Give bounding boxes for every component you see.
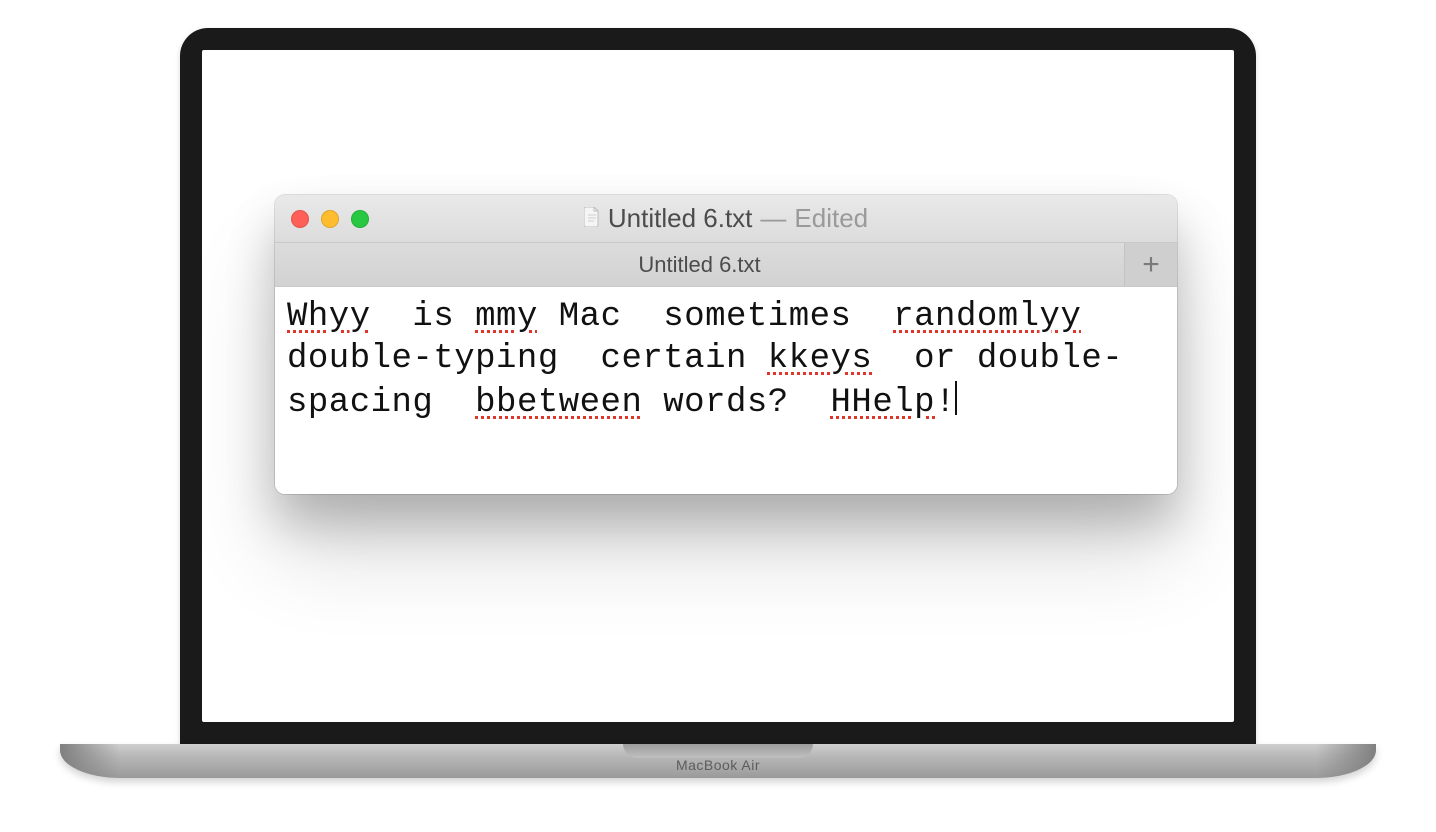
plus-icon: + bbox=[1142, 250, 1160, 280]
laptop-screen: Untitled 6.txt — Edited Untitled 6.txt +… bbox=[202, 50, 1234, 722]
window-title-filename: Untitled 6.txt bbox=[608, 203, 753, 234]
minimize-button[interactable] bbox=[321, 210, 339, 228]
traffic-lights bbox=[291, 210, 369, 228]
misspelled-word[interactable]: HHelp bbox=[831, 384, 936, 422]
text-run[interactable]: ! bbox=[935, 384, 956, 422]
textedit-window: Untitled 6.txt — Edited Untitled 6.txt +… bbox=[275, 195, 1177, 494]
text-cursor bbox=[955, 381, 957, 415]
window-title-status: Edited bbox=[794, 203, 868, 234]
laptop-model-label: MacBook Air bbox=[676, 757, 760, 773]
tab-untitled-6[interactable]: Untitled 6.txt bbox=[275, 243, 1125, 286]
text-run[interactable]: words? bbox=[642, 384, 830, 422]
text-run[interactable]: is bbox=[371, 298, 476, 336]
text-run[interactable]: Mac sometimes bbox=[538, 298, 893, 336]
laptop-base: MacBook Air bbox=[60, 744, 1376, 778]
text-editor-area[interactable]: Whyy is mmy Mac sometimes randomlyy doub… bbox=[275, 287, 1177, 494]
misspelled-word[interactable]: Whyy bbox=[287, 298, 371, 336]
window-title-separator: — bbox=[760, 203, 786, 234]
close-button[interactable] bbox=[291, 210, 309, 228]
tab-bar: Untitled 6.txt + bbox=[275, 243, 1177, 287]
window-titlebar[interactable]: Untitled 6.txt — Edited bbox=[275, 195, 1177, 243]
misspelled-word[interactable]: randomlyy bbox=[893, 298, 1081, 336]
document-icon bbox=[584, 203, 600, 234]
new-tab-button[interactable]: + bbox=[1125, 243, 1177, 286]
laptop-notch bbox=[623, 744, 813, 758]
misspelled-word[interactable]: bbetween bbox=[475, 384, 642, 422]
window-title: Untitled 6.txt — Edited bbox=[275, 203, 1177, 234]
laptop-bezel: Untitled 6.txt — Edited Untitled 6.txt +… bbox=[180, 28, 1256, 744]
misspelled-word[interactable]: kkeys bbox=[768, 340, 873, 378]
maximize-button[interactable] bbox=[351, 210, 369, 228]
tab-label: Untitled 6.txt bbox=[638, 252, 760, 278]
misspelled-word[interactable]: mmy bbox=[475, 298, 538, 336]
